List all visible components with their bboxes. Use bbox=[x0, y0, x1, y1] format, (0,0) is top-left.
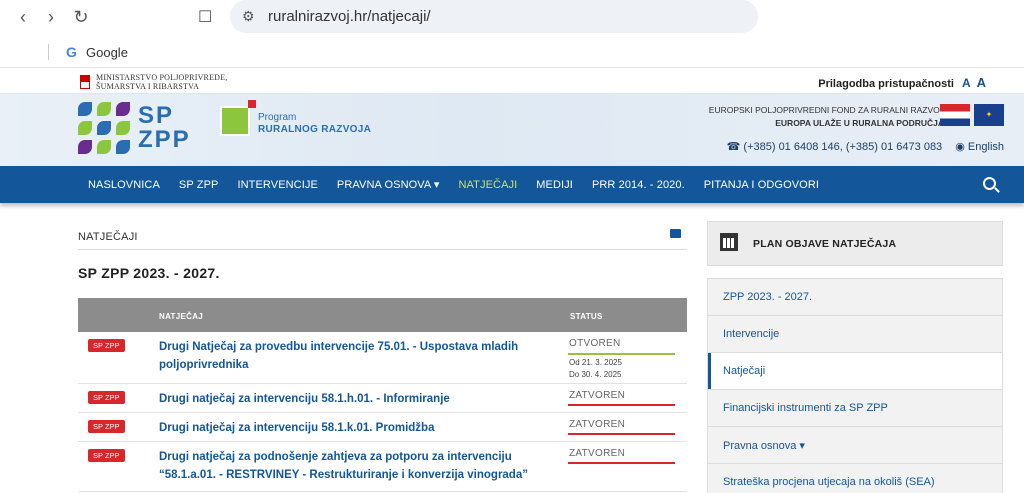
nav-pitanja[interactable]: PITANJA I ODGOVORI bbox=[704, 179, 819, 191]
sidebar-item-pravna-osnova[interactable]: Pravna osnova ▾ bbox=[708, 427, 1002, 464]
program-badge: SP ZPP bbox=[88, 420, 125, 433]
back-icon[interactable]: ‹ bbox=[12, 6, 34, 28]
coat-of-arms-icon bbox=[80, 75, 90, 89]
sidebar-item-natjecaji[interactable]: Natječaji bbox=[708, 353, 1002, 390]
sidebar-item-financijski[interactable]: Financijski instrumenti za SP ZPP bbox=[708, 390, 1002, 427]
sidebar-menu: ZPP 2023. - 2027. Intervencije Natječaji… bbox=[707, 278, 1003, 493]
reload-icon[interactable]: ↻ bbox=[70, 6, 92, 28]
phone-icon: ☎ bbox=[726, 141, 741, 153]
tenders-table: NATJEČAJ STATUS SP ZPP Drugi Natječaj za… bbox=[78, 298, 687, 492]
sidebar: PLAN OBJAVE NATJEČAJA ZPP 2023. - 2027. … bbox=[707, 221, 1003, 493]
flags: ✦ bbox=[940, 104, 1004, 126]
print-icon[interactable] bbox=[670, 229, 681, 238]
status-label: ZATVOREN bbox=[569, 419, 626, 430]
sidebar-item-label: Natječaji bbox=[723, 365, 766, 377]
phone-numbers[interactable]: (+385) 01 6408 146, (+385) 01 6473 083 bbox=[743, 141, 942, 153]
eu-line2: EUROPA ULAŽE U RURALNA PODRUČJA bbox=[775, 118, 944, 128]
font-size-small-button[interactable]: A bbox=[962, 76, 971, 90]
contact-info: ☎ (+385) 01 6408 146, (+385) 01 6473 083… bbox=[727, 140, 1004, 153]
column-header-natjecaj: NATJEČAJ bbox=[159, 312, 204, 321]
breadcrumb: NATJEČAJI bbox=[78, 231, 138, 243]
date-to: Do 30. 4. 2025 bbox=[569, 370, 622, 379]
sidebar-item-label: ZPP 2023. - 2027. bbox=[723, 291, 813, 303]
leaf-icon bbox=[220, 100, 256, 136]
ministry-bar: MINISTARSTVO POLJOPRIVREDE, ŠUMARSTVA I … bbox=[0, 68, 1024, 94]
croatia-flag-icon bbox=[940, 104, 970, 126]
program-logo[interactable]: Program RURALNOG RAZVOJA bbox=[220, 100, 372, 136]
sidebar-item-label: Pravna osnova ▾ bbox=[723, 440, 805, 452]
program-line2: RURALNOG RAZVOJA bbox=[258, 124, 372, 135]
nav-naslovnica[interactable]: NASLOVNICA bbox=[88, 179, 160, 191]
table-header: NATJEČAJ STATUS bbox=[78, 298, 687, 332]
browser-toolbar: ‹ › ↻ ☐ ⚙ ruralnirazvoj.hr/natjecaji/ bbox=[0, 0, 1024, 36]
nav-intervencije[interactable]: INTERVENCIJE bbox=[237, 179, 317, 191]
sp-zpp-logo-mark-icon bbox=[78, 102, 130, 154]
accessibility-label: Prilagodba pristupačnosti bbox=[818, 78, 954, 90]
table-row[interactable]: SP ZPP Drugi natječaj za intervenciju 58… bbox=[78, 384, 687, 413]
logo-line1: SP bbox=[138, 102, 175, 129]
eu-flag-icon: ✦ bbox=[974, 104, 1004, 126]
status-label: ZATVOREN bbox=[569, 448, 626, 459]
tender-title-link[interactable]: Drugi natječaj za intervenciju 58.1.h.01… bbox=[159, 390, 549, 408]
status-bar bbox=[568, 353, 675, 355]
table-row[interactable]: SP ZPP Drugi Natječaj za provedbu interv… bbox=[78, 332, 687, 384]
font-size-large-button[interactable]: A bbox=[977, 75, 986, 90]
program-badge: SP ZPP bbox=[88, 449, 125, 462]
language-link[interactable]: English bbox=[968, 141, 1004, 153]
bookmark-google[interactable]: Google bbox=[86, 45, 128, 60]
program-badge: SP ZPP bbox=[88, 339, 125, 352]
date-from: Od 21. 3. 2025 bbox=[569, 358, 622, 367]
status-bar bbox=[568, 404, 675, 406]
eu-fund-text: EUROPSKI POLJOPRIVREDNI FOND ZA RURALNI … bbox=[709, 104, 944, 130]
ministry-line1: MINISTARSTVO POLJOPRIVREDE, bbox=[96, 73, 228, 82]
calendar-icon bbox=[720, 233, 738, 251]
nav-pravna-osnova[interactable]: PRAVNA OSNOVA ▾ bbox=[337, 178, 440, 191]
logo-line2: ZPP bbox=[138, 126, 191, 153]
program-badge: SP ZPP bbox=[88, 391, 125, 404]
sidebar-item-intervencije[interactable]: Intervencije bbox=[708, 316, 1002, 353]
ministry-line2: ŠUMARSTVA I RIBARSTVA bbox=[96, 82, 200, 91]
tender-title-link[interactable]: Drugi natječaj za podnošenje zahtjeva za… bbox=[159, 448, 549, 484]
sidebar-item-zpp[interactable]: ZPP 2023. - 2027. bbox=[708, 279, 1002, 316]
nav-sp-zpp[interactable]: SP ZPP bbox=[179, 179, 219, 191]
address-bar[interactable]: ⚙ ruralnirazvoj.hr/natjecaji/ bbox=[230, 0, 758, 33]
nav-natjecaji[interactable]: NATJEČAJI bbox=[459, 179, 518, 191]
table-row[interactable]: SP ZPP Drugi natječaj za intervenciju 58… bbox=[78, 413, 687, 442]
sp-zpp-logo[interactable]: SP ZPP bbox=[78, 102, 191, 154]
tender-plan-label[interactable]: PLAN OBJAVE NATJEČAJA bbox=[753, 238, 896, 250]
google-icon[interactable]: G bbox=[66, 44, 77, 60]
sidebar-item-label: Intervencije bbox=[723, 328, 780, 340]
globe-icon: ◉ bbox=[955, 141, 965, 153]
nav-prr[interactable]: PRR 2014. - 2020. bbox=[592, 179, 685, 191]
section-title: SP ZPP 2023. - 2027. bbox=[78, 265, 220, 281]
ministry-logo[interactable]: MINISTARSTVO POLJOPRIVREDE, ŠUMARSTVA I … bbox=[80, 73, 256, 91]
bookmark-icon[interactable]: ☐ bbox=[198, 7, 212, 27]
sidebar-item-label: Financijski instrumenti za SP ZPP bbox=[723, 402, 888, 414]
table-row[interactable]: SP ZPP Drugi natječaj za podnošenje zaht… bbox=[78, 442, 687, 492]
status-bar bbox=[568, 433, 675, 435]
bookmarks-separator bbox=[48, 44, 49, 60]
status-label: OTVOREN bbox=[569, 338, 621, 349]
eu-line1: EUROPSKI POLJOPRIVREDNI FOND ZA RURALNI … bbox=[708, 105, 944, 115]
column-header-status: STATUS bbox=[570, 312, 603, 321]
forward-icon[interactable]: › bbox=[40, 6, 62, 28]
search-icon[interactable] bbox=[983, 177, 996, 190]
divider bbox=[78, 249, 687, 250]
main-navigation: NASLOVNICA SP ZPP INTERVENCIJE PRAVNA OS… bbox=[0, 166, 1024, 203]
status-label: ZATVOREN bbox=[569, 390, 626, 401]
bookmarks-bar: G Google bbox=[0, 36, 1024, 68]
site-header: SP ZPP Program RURALNOG RAZVOJA EUROPSKI… bbox=[0, 94, 1024, 166]
site-info-icon[interactable]: ⚙ bbox=[242, 8, 255, 25]
tender-title-link[interactable]: Drugi natječaj za intervenciju 58.1.k.01… bbox=[159, 419, 549, 437]
accessibility-controls: Prilagodba pristupačnosti A A bbox=[818, 75, 986, 90]
tender-plan-box[interactable]: PLAN OBJAVE NATJEČAJA bbox=[707, 221, 1003, 266]
url-text[interactable]: ruralnirazvoj.hr/natjecaji/ bbox=[268, 8, 431, 25]
program-line1: Program bbox=[258, 112, 297, 123]
page-content: NATJEČAJI SP ZPP 2023. - 2027. NATJEČAJ … bbox=[0, 203, 1024, 493]
sidebar-item-label: Strateška procjena utjecaja na okoliš (S… bbox=[723, 476, 935, 488]
status-bar bbox=[568, 462, 675, 464]
tender-title-link[interactable]: Drugi Natječaj za provedbu intervencije … bbox=[159, 338, 549, 374]
nav-mediji[interactable]: MEDIJI bbox=[536, 179, 573, 191]
sidebar-item-sea[interactable]: Strateška procjena utjecaja na okoliš (S… bbox=[708, 464, 1002, 493]
